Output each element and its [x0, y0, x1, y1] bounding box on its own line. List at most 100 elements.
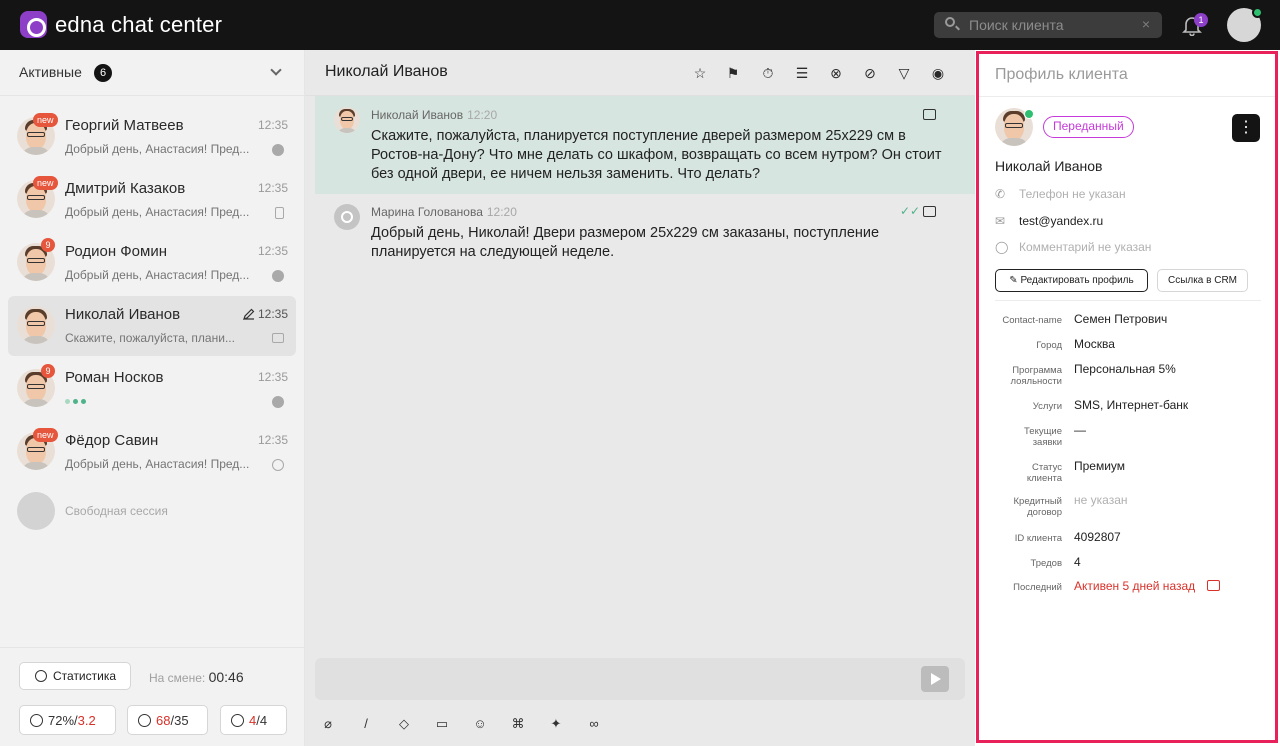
chat-time: 12:35 — [257, 244, 288, 258]
message-text: Скажите, пожалуйста, планируется поступл… — [371, 128, 942, 182]
field-label: Contact-name — [1002, 315, 1062, 326]
web-widget-icon — [1207, 580, 1220, 591]
comment-icon[interactable]: ▭ — [429, 711, 455, 737]
chat-time: 12:35 — [257, 433, 288, 447]
filter-icon[interactable]: ▽ — [896, 65, 912, 81]
online-status-icon — [1252, 7, 1263, 18]
chevron-down-icon[interactable] — [270, 64, 282, 76]
chat-preview: Добрый день, Анастасия! Пред... — [65, 268, 250, 282]
more-menu-button[interactable]: ⋮ — [1232, 114, 1260, 142]
slash-icon[interactable]: / — [353, 711, 379, 737]
pie-chart-icon — [35, 670, 47, 682]
chat-list-title: Активные — [19, 64, 82, 80]
field-value: — — [1074, 423, 1086, 437]
field-label: Статус клиента — [1026, 462, 1062, 484]
chat-item[interactable]: 9 Родион Фомин 12:35 Добрый день, Анаста… — [8, 233, 296, 293]
message-text: Добрый день, Николай! Двери размером 25х… — [371, 225, 880, 260]
new-badge: new — [33, 113, 58, 127]
tag-icon[interactable]: ◇ — [391, 711, 417, 737]
message-composer[interactable] — [315, 658, 965, 700]
field-label: Программа лояльности — [1010, 365, 1062, 387]
field-label: ID клиента — [1014, 533, 1062, 544]
shift-timer: На смене: 00:46 — [149, 669, 244, 685]
active-count-badge: 6 — [94, 64, 112, 82]
conversation-title: Николай Иванов — [325, 63, 448, 80]
chat-preview: Добрый день, Анастасия! Пред... — [65, 205, 250, 219]
send-button[interactable] — [921, 666, 949, 692]
online-status-icon — [1024, 109, 1034, 119]
typing-indicator — [65, 399, 86, 404]
unread-badge: 9 — [41, 364, 55, 378]
stopwatch-icon — [138, 713, 151, 727]
chat-item[interactable]: new Дмитрий Казаков 12:35 Добрый день, А… — [8, 170, 296, 230]
smile-icon[interactable]: ☺ — [467, 711, 493, 737]
divider — [995, 300, 1261, 301]
metric-alt: 4 — [259, 712, 268, 728]
paperclip-icon[interactable]: ⌀ — [315, 711, 341, 737]
conversation-panel: Николай Иванов ☆ ⚑ ⏱ ☰ ⊗ ⊘ ▽ ◉ Николай И… — [305, 50, 975, 746]
conversation-header: Николай Иванов ☆ ⚑ ⏱ ☰ ⊗ ⊘ ▽ ◉ — [305, 50, 975, 96]
field-value: Персональная 5% — [1074, 362, 1176, 376]
csat-metric[interactable]: 72% / 3.2 — [19, 705, 116, 735]
free-session-avatar — [17, 492, 55, 530]
free-session-label[interactable]: Свободная сессия — [65, 504, 168, 518]
app-logo[interactable]: edna chat center — [20, 11, 222, 38]
client-comment: ◯ Комментарий не указан — [995, 240, 1152, 254]
edit-profile-button[interactable]: ✎ Редактировать профиль — [995, 269, 1148, 292]
sparkle-icon[interactable]: ✦ — [543, 711, 569, 737]
chat-list-header[interactable]: Активные 6 — [0, 50, 305, 96]
web-widget-icon — [272, 333, 284, 343]
search-icon — [945, 17, 955, 27]
chat-name: Дмитрий Казаков — [65, 180, 186, 197]
field-value: SMS, Интернет-банк — [1074, 398, 1189, 412]
chat-name: Николай Иванов — [65, 306, 181, 323]
operator-avatar — [334, 204, 360, 230]
document-icon[interactable]: ☰ — [794, 65, 810, 81]
new-badge: new — [33, 176, 58, 190]
shift-time: 00:46 — [208, 669, 244, 685]
check-circle-icon — [231, 713, 244, 727]
comment-icon: ◯ — [995, 240, 1009, 254]
link-icon[interactable]: ∞ — [581, 711, 607, 737]
user-avatar[interactable] — [1227, 7, 1263, 42]
statistics-button[interactable]: Статистика — [19, 662, 131, 690]
response-time-metric[interactable]: 68 / 35 — [127, 705, 208, 735]
statistics-label: Статистика — [53, 669, 117, 683]
block-icon[interactable]: ⊘ — [862, 65, 878, 81]
chat-name: Георгий Матвеев — [65, 117, 184, 134]
divider — [979, 96, 1275, 97]
chat-preview: Добрый день, Анастасия! Пред... — [65, 142, 250, 156]
chat-time: 12:35 — [257, 370, 288, 384]
smile-icon — [30, 713, 43, 727]
clear-search-icon[interactable]: × — [1142, 16, 1150, 32]
telegram-icon — [272, 270, 284, 282]
metric-main: 68 — [156, 712, 171, 728]
top-bar: edna chat center × 1 — [0, 0, 1280, 50]
field-value: Премиум — [1074, 459, 1126, 473]
crm-link-button[interactable]: Ссылка в CRM — [1157, 269, 1248, 292]
resolved-metric[interactable]: 4 / 4 — [220, 705, 287, 735]
chat-name: Фёдор Савин — [65, 432, 159, 449]
web-widget-icon — [923, 109, 936, 120]
chat-name: Роман Носков — [65, 369, 164, 386]
chat-preview: Скажите, пожалуйста, плани... — [65, 331, 235, 345]
telegram-icon — [272, 144, 284, 156]
chat-item-active[interactable]: Николай Иванов 12:35 Скажите, пожалуйста… — [8, 296, 296, 356]
pencil-icon — [243, 308, 255, 320]
close-circle-icon[interactable]: ⊗ — [828, 65, 844, 81]
signpost-icon[interactable]: ⚑ — [725, 65, 741, 81]
client-search-input[interactable] — [969, 15, 1129, 35]
command-icon[interactable]: ⌘ — [505, 711, 531, 737]
message-author: Марина Голованова 12:20 — [371, 205, 517, 219]
message-time: 12:20 — [486, 205, 517, 219]
client-search: × — [934, 12, 1162, 38]
metric-alt: 3.2 — [77, 712, 96, 728]
field-label: Последний — [1013, 582, 1062, 593]
user-circle-icon[interactable]: ◉ — [930, 65, 946, 81]
timer-icon[interactable]: ⏱ — [760, 65, 776, 81]
chat-item[interactable]: new Фёдор Савин 12:35 Добрый день, Анаст… — [8, 422, 296, 482]
chat-item[interactable]: new Георгий Матвеев 12:35 Добрый день, А… — [8, 107, 296, 167]
chat-item[interactable]: 9 Роман Носков 12:35 — [8, 359, 296, 419]
star-icon[interactable]: ☆ — [692, 65, 708, 81]
client-phone: ✆ Телефон не указан — [995, 187, 1126, 201]
